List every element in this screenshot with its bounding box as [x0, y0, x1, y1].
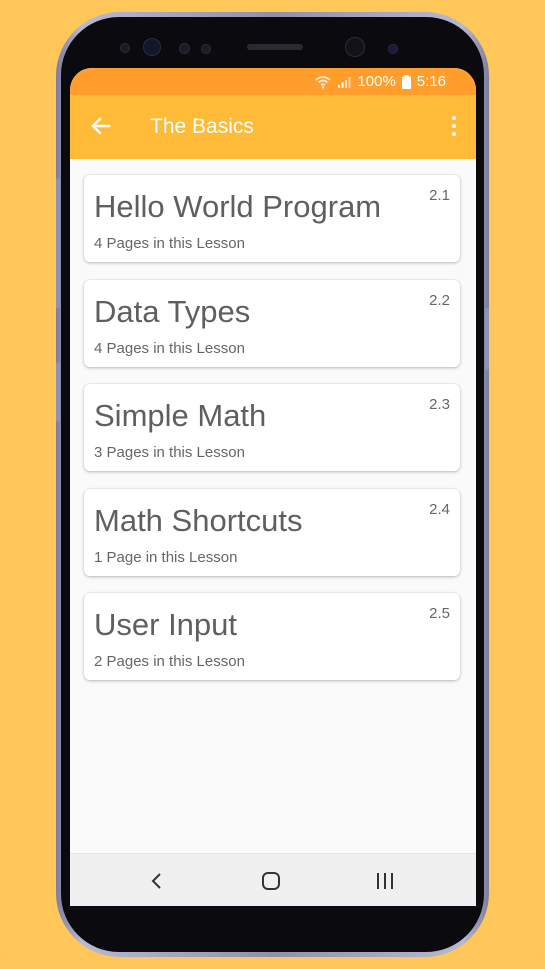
iris-scanner [143, 38, 161, 56]
page-title: The Basics [150, 115, 254, 138]
status-bar: 100% 5:16 [70, 68, 476, 95]
lesson-title: Data Types [94, 293, 251, 329]
power-button [485, 308, 489, 370]
sensor-dot [120, 43, 130, 53]
lesson-page-count: 2 Pages in this Lesson [94, 653, 245, 670]
clock: 5:16 [416, 73, 446, 90]
back-chevron-icon [151, 873, 161, 889]
arrow-left-icon [91, 117, 111, 135]
back-button[interactable] [88, 113, 114, 139]
lesson-card-math-shortcuts[interactable]: Math Shortcuts 1 Page in this Lesson 2.4 [84, 488, 460, 576]
lesson-number: 2.5 [429, 605, 450, 622]
status-icons: 100% 5:16 [315, 73, 446, 90]
lesson-title: Math Shortcuts [94, 502, 303, 538]
overflow-menu-button[interactable] [446, 113, 462, 139]
app-bar: The Basics [70, 95, 476, 159]
lesson-page-count: 4 Pages in this Lesson [94, 235, 245, 252]
lesson-card-hello-world[interactable]: Hello World Program 4 Pages in this Less… [84, 175, 460, 262]
lesson-title: User Input [94, 607, 238, 642]
home-icon [262, 872, 280, 890]
battery-percent: 100% [357, 73, 396, 90]
more-vert-icon [452, 116, 456, 120]
nav-home-button[interactable] [258, 868, 284, 894]
lesson-number: 2.1 [429, 187, 450, 204]
sensor-dot [179, 43, 190, 54]
screen: 100% 5:16 The Basics Hello World Program [70, 68, 476, 906]
system-nav-bar [70, 853, 476, 906]
wifi-icon [315, 75, 331, 89]
nav-recents-button[interactable] [372, 868, 398, 894]
lesson-number: 2.2 [429, 291, 450, 309]
lesson-page-count: 4 Pages in this Lesson [94, 339, 245, 357]
signal-icon [337, 75, 351, 89]
lesson-page-count: 3 Pages in this Lesson [94, 444, 245, 461]
sensor-dot [388, 44, 398, 54]
lesson-list: Hello World Program 4 Pages in this Less… [84, 175, 462, 698]
volume-button [56, 178, 60, 308]
lesson-card-user-input[interactable]: User Input 2 Pages in this Lesson 2.5 [84, 593, 460, 680]
lesson-title: Simple Math [94, 398, 267, 433]
sensor-dot [201, 44, 211, 54]
battery-icon [401, 74, 411, 89]
lesson-card-simple-math[interactable]: Simple Math 3 Pages in this Lesson 2.3 [84, 384, 460, 471]
bixby-button [56, 362, 60, 422]
nav-back-button[interactable] [144, 868, 170, 894]
front-camera [345, 37, 365, 57]
lesson-page-count: 1 Page in this Lesson [94, 548, 238, 566]
earpiece-speaker [247, 44, 303, 50]
lesson-number: 2.4 [429, 500, 450, 518]
lesson-number: 2.3 [429, 396, 450, 413]
recent-apps-icon [377, 873, 393, 889]
lesson-card-data-types[interactable]: Data Types 4 Pages in this Lesson 2.2 [84, 279, 460, 367]
lesson-title: Hello World Program [94, 189, 382, 224]
